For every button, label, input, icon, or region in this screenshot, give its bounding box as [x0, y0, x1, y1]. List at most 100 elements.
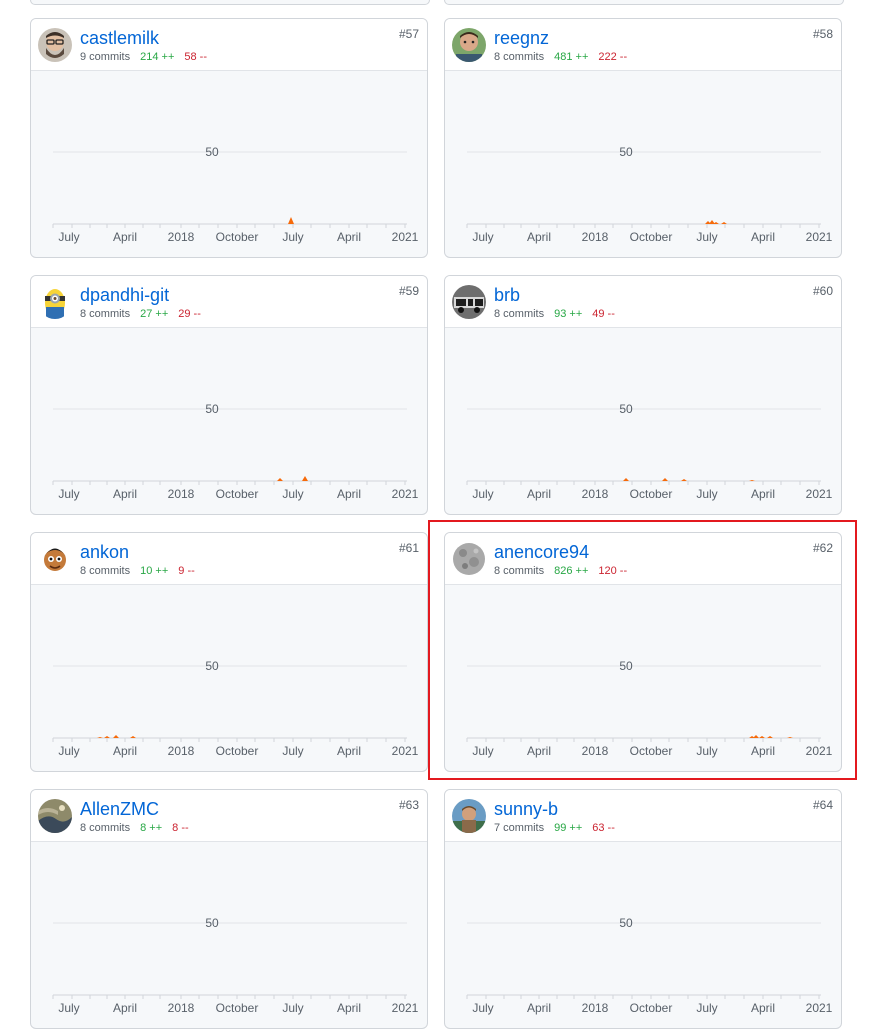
additions-count: 93 ++ — [554, 308, 583, 320]
x-tick-label: 2018 — [168, 487, 195, 501]
contributor-rank: #63 — [398, 798, 419, 812]
contributor-login-link[interactable]: ankon — [80, 542, 129, 563]
x-tick-label: July — [472, 230, 493, 244]
x-tick-label: 2018 — [168, 744, 195, 758]
card-header: ankon 8 commits 10 ++ 9 -- #61 — [31, 533, 427, 585]
commit-count: 8 commits — [80, 308, 131, 320]
deletions-count: 49 -- — [592, 308, 615, 320]
contributor-rank: #58 — [812, 27, 833, 41]
avatar-icon-minion[interactable] — [38, 285, 72, 319]
contribution-stats: 8 commits 481 ++ 222 -- — [494, 51, 627, 63]
contributor-rank: #60 — [812, 284, 833, 298]
x-tick-label: 2021 — [392, 1001, 419, 1015]
contributor-rank: #64 — [812, 798, 833, 812]
additions-count: 8 ++ — [140, 822, 163, 834]
y-tick-label: 50 — [205, 659, 219, 673]
x-tick-label: October — [630, 230, 673, 244]
contributor-card: brb 8 commits 93 ++ 49 -- #60 50 July April 2… — [444, 275, 842, 515]
x-tick-label: October — [216, 230, 259, 244]
avatar-icon-man-portrait[interactable] — [452, 28, 486, 62]
avatar-icon-landscape[interactable] — [38, 799, 72, 833]
deletions-count: 120 -- — [598, 565, 628, 577]
commit-count: 8 commits — [494, 51, 545, 63]
contribution-chart: 50 July April 2018 October July April 2021 — [52, 916, 419, 1015]
contributor-card: castlemilk 9 commits 214 ++ 58 -- #57 50 Ju… — [30, 18, 428, 258]
contribution-chart: 50 July April 2018 October July April 2021 — [466, 659, 833, 758]
card-header: dpandhi-git 8 commits 27 ++ 29 -- #59 — [31, 276, 427, 328]
commit-spike — [302, 476, 308, 481]
contribution-chart: 50 July April 2018 October July April 2021 — [52, 145, 419, 244]
deletions-count: 9 -- — [178, 565, 195, 577]
commit-spike — [277, 478, 283, 481]
contribution-chart: 50 July April 2018 October July April 2021 — [466, 402, 833, 501]
x-tick-label: October — [216, 744, 259, 758]
x-tick-label: April — [751, 487, 775, 501]
card-header: AllenZMC 8 commits 8 ++ 8 -- #63 — [31, 790, 427, 842]
contributor-rank: #62 — [812, 541, 833, 555]
x-tick-label: July — [282, 230, 303, 244]
commit-spike — [662, 478, 668, 481]
x-tick-label: July — [58, 230, 79, 244]
contributor-card: anencore94 8 commits 826 ++ 120 -- #62 50 J… — [444, 532, 842, 772]
contribution-stats: 8 commits 27 ++ 29 -- — [80, 308, 201, 320]
contribution-stats: 7 commits 99 ++ 63 -- — [494, 822, 615, 834]
commit-count: 8 commits — [80, 822, 131, 834]
x-tick-label: April — [527, 744, 551, 758]
contributor-login-link[interactable]: AllenZMC — [80, 799, 159, 820]
deletions-count: 58 -- — [184, 51, 208, 63]
contributor-login-link[interactable]: anencore94 — [494, 542, 589, 563]
x-tick-label: 2021 — [392, 230, 419, 244]
card-header: sunny-b 7 commits 99 ++ 63 -- #64 — [445, 790, 841, 842]
deletions-count: 8 -- — [172, 822, 189, 834]
commit-spike — [623, 478, 629, 481]
x-tick-label: July — [58, 1001, 79, 1015]
contributor-login-link[interactable]: castlemilk — [80, 28, 159, 49]
contributor-login-link[interactable]: sunny-b — [494, 799, 558, 820]
contribution-stats: 8 commits 8 ++ 8 -- — [80, 822, 189, 834]
contribution-chart: 50 July April 2018 October July April 2021 — [466, 145, 833, 244]
x-tick-label: April — [113, 487, 137, 501]
contributor-login-link[interactable]: dpandhi-git — [80, 285, 169, 306]
commit-count: 9 commits — [80, 51, 131, 63]
x-tick-label: July — [58, 744, 79, 758]
contributor-login-link[interactable]: brb — [494, 285, 520, 306]
y-tick-label: 50 — [619, 916, 633, 930]
x-tick-label: 2021 — [806, 744, 833, 758]
contributor-card: reegnz 8 commits 481 ++ 222 -- #58 50 July A… — [444, 18, 842, 258]
x-tick-label: 2018 — [582, 1001, 609, 1015]
x-tick-label: April — [527, 230, 551, 244]
deletions-count: 222 -- — [598, 51, 628, 63]
y-tick-label: 50 — [205, 916, 219, 930]
y-tick-label: 50 — [205, 145, 219, 159]
avatar-icon-moon[interactable] — [452, 542, 486, 576]
x-tick-label: April — [113, 230, 137, 244]
x-tick-label: 2021 — [806, 487, 833, 501]
avatar-icon-man-outdoors[interactable] — [452, 799, 486, 833]
previous-card-bottom-right — [444, 0, 844, 5]
contributor-rank: #61 — [398, 541, 419, 555]
x-tick-label: July — [696, 1001, 717, 1015]
deletions-count: 29 -- — [178, 308, 201, 320]
commit-spike — [681, 479, 687, 481]
contributor-card: ankon 8 commits 10 ++ 9 -- #61 50 July April… — [30, 532, 428, 772]
x-tick-label: October — [630, 1001, 673, 1015]
x-tick-label: April — [337, 230, 361, 244]
x-tick-label: July — [696, 230, 717, 244]
commit-count: 7 commits — [494, 822, 545, 834]
contributor-login-link[interactable]: reegnz — [494, 28, 549, 49]
avatar-icon-truck[interactable] — [452, 285, 486, 319]
contributor-rank: #57 — [398, 27, 419, 41]
x-tick-label: April — [113, 1001, 137, 1015]
contributor-card: AllenZMC 8 commits 8 ++ 8 -- #63 50 July Apr… — [30, 789, 428, 1029]
avatar-icon-bearded-man[interactable] — [38, 28, 72, 62]
commit-count: 8 commits — [80, 565, 131, 577]
contribution-stats: 8 commits 93 ++ 49 -- — [494, 308, 615, 320]
contributor-card: sunny-b 7 commits 99 ++ 63 -- #64 50 July Ap… — [444, 789, 842, 1029]
x-tick-label: October — [216, 1001, 259, 1015]
contribution-chart: 50 July April 2018 October July April 2021 — [52, 402, 419, 501]
x-tick-label: 2021 — [392, 744, 419, 758]
commit-spike — [288, 217, 294, 224]
avatar-icon-cartoon-face[interactable] — [38, 542, 72, 576]
x-tick-label: 2021 — [392, 487, 419, 501]
x-tick-label: 2018 — [168, 1001, 195, 1015]
